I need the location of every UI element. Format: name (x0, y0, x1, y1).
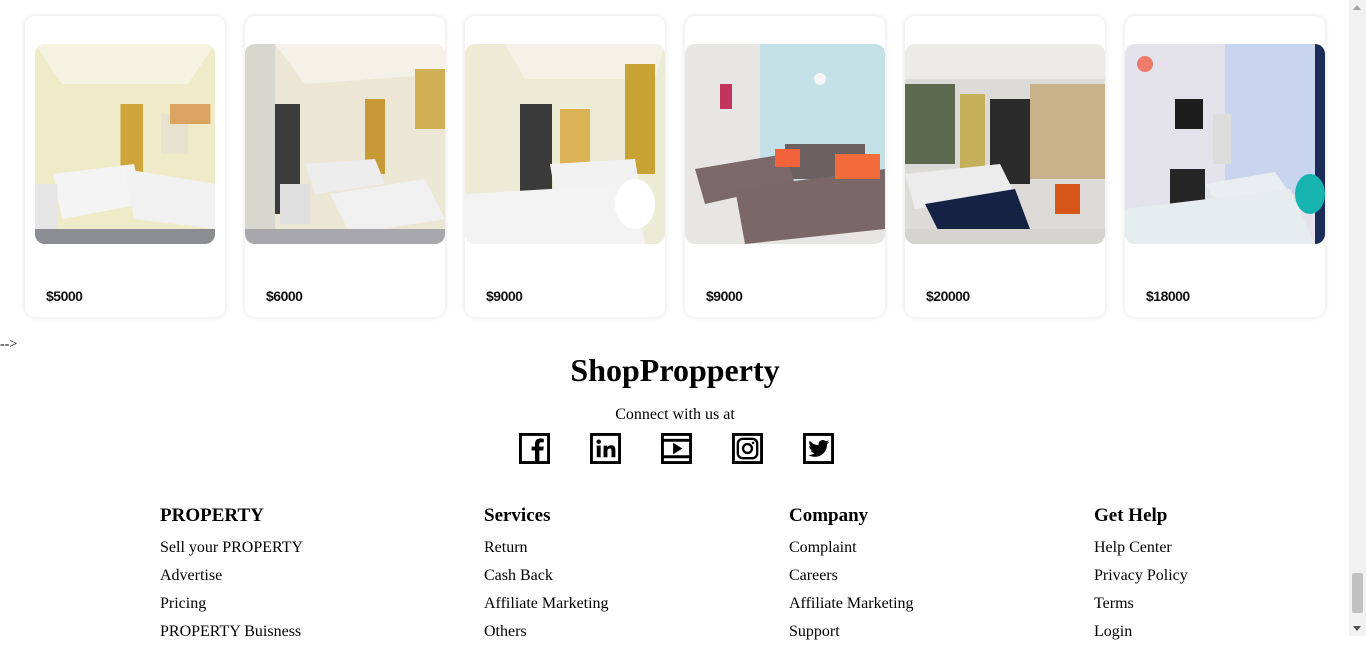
social-links (519, 433, 834, 464)
footer-link[interactable]: Return (484, 534, 609, 562)
room-photo[interactable] (905, 44, 1105, 244)
listing-card[interactable]: $6000 (245, 16, 445, 317)
instagram-icon[interactable] (732, 433, 763, 464)
twitter-icon[interactable] (803, 433, 834, 464)
footer-link[interactable]: Others (484, 618, 609, 646)
listing-card[interactable]: $20000 (905, 16, 1105, 317)
footer-link[interactable]: Support (789, 618, 914, 646)
connect-label: Connect with us at (615, 406, 735, 423)
footer-link[interactable]: PROPERTY Buisness (160, 618, 303, 646)
youtube-icon[interactable] (661, 433, 692, 464)
footer-link[interactable]: Complaint (789, 534, 914, 562)
footer-link[interactable]: Pricing (160, 590, 303, 618)
vertical-scrollbar[interactable] (1349, 0, 1366, 636)
listing-card[interactable]: $18000 (1125, 16, 1325, 317)
footer-column-title: PROPERTY (160, 505, 264, 526)
room-photo[interactable] (245, 44, 445, 244)
listing-card[interactable]: $5000 (25, 16, 225, 317)
footer-link[interactable]: Sell your PROPERTY (160, 534, 303, 562)
listing-price: $9000 (486, 288, 523, 304)
listing-price: $20000 (926, 288, 970, 304)
listing-price: $5000 (46, 288, 83, 304)
scroll-down-icon[interactable] (1353, 626, 1361, 631)
stray-comment-text: --> (0, 337, 18, 352)
linkedin-icon[interactable] (590, 433, 621, 464)
footer-link[interactable]: Affiliate Marketing (484, 590, 609, 618)
listing-price: $18000 (1146, 288, 1190, 304)
footer-column-title: Company (789, 505, 869, 526)
room-photo[interactable] (1125, 44, 1325, 244)
listing-card[interactable]: $9000 (465, 16, 665, 317)
footer-link[interactable]: Privacy Policy (1094, 562, 1188, 590)
room-photo[interactable] (35, 44, 215, 244)
footer-column-property: PROPERTY Sell your PROPERTY Advertise Pr… (160, 504, 303, 646)
footer-column-services: Services Return Cash Back Affiliate Mark… (484, 504, 609, 646)
footer-column-company: Company Complaint Careers Affiliate Mark… (789, 504, 914, 646)
listing-price: $6000 (266, 288, 303, 304)
footer-brand: ShopPropperty (570, 352, 780, 388)
footer-link[interactable]: Login (1094, 618, 1188, 646)
listing-price: $9000 (706, 288, 743, 304)
footer-column-title: Services (484, 505, 551, 526)
footer-column-title: Get Help (1094, 505, 1168, 526)
scroll-up-icon[interactable] (1353, 5, 1361, 10)
scrollbar-thumb[interactable] (1352, 573, 1363, 613)
footer-link[interactable]: Terms (1094, 590, 1188, 618)
footer-link[interactable]: Affiliate Marketing (789, 590, 914, 618)
listing-cards: $5000 $6000 $9000 $9000 $20000 $18000 (25, 16, 1325, 317)
room-photo[interactable] (685, 44, 885, 244)
room-photo[interactable] (465, 44, 665, 244)
facebook-icon[interactable] (519, 433, 550, 464)
footer-link[interactable]: Cash Back (484, 562, 609, 590)
footer-link[interactable]: Careers (789, 562, 914, 590)
footer-link[interactable]: Help Center (1094, 534, 1188, 562)
listing-card[interactable]: $9000 (685, 16, 885, 317)
footer-column-get-help: Get Help Help Center Privacy Policy Term… (1094, 504, 1188, 646)
footer-link[interactable]: Advertise (160, 562, 303, 590)
